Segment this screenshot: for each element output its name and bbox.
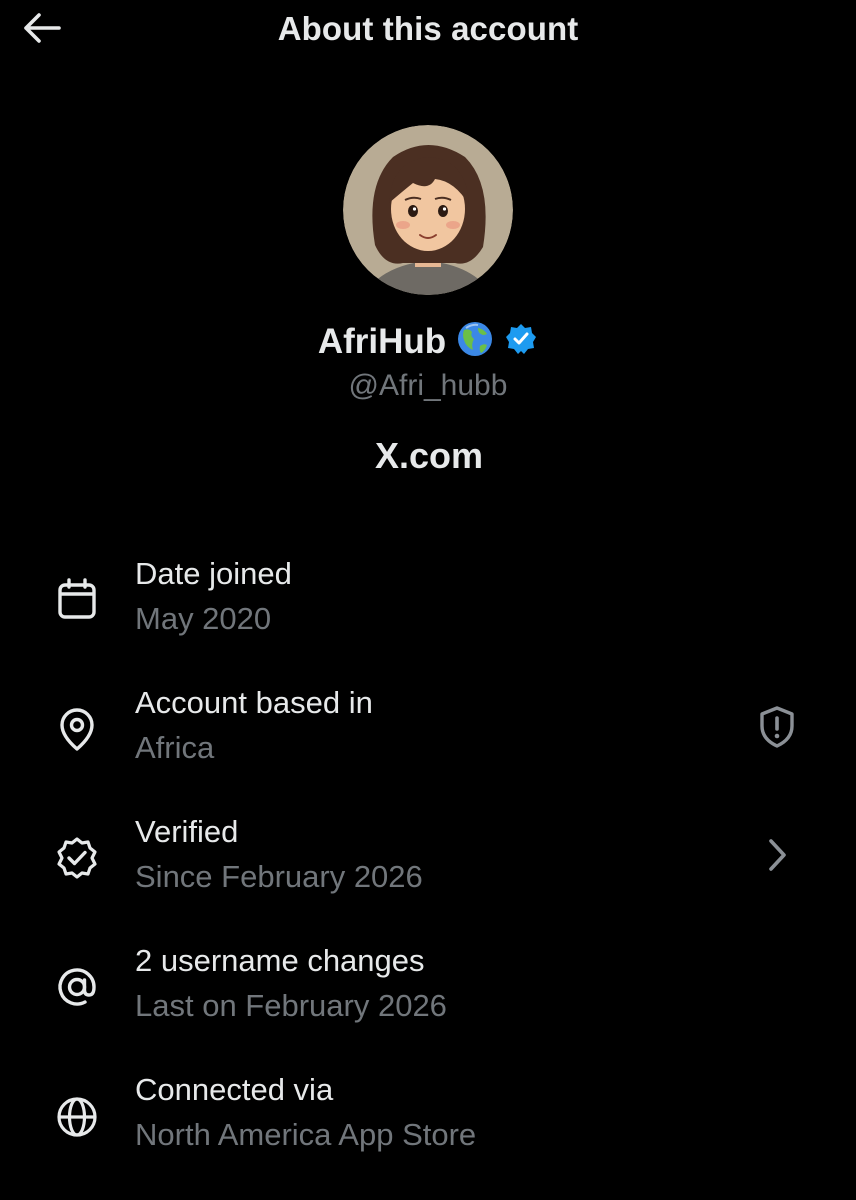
- detail-value: Since February 2026: [135, 859, 423, 894]
- chevron-right-icon[interactable]: [752, 830, 802, 880]
- avatar[interactable]: [343, 125, 513, 295]
- site-text: X.com: [374, 435, 484, 476]
- detail-value: Africa: [135, 730, 215, 765]
- verified-badge-icon[interactable]: [504, 322, 538, 361]
- display-name-row[interactable]: AfriHub: [0, 320, 856, 363]
- detail-value: Last on February 2026: [135, 988, 447, 1023]
- detail-row-date-joined: Date joined May 2020: [0, 548, 856, 658]
- page-title: About this account: [277, 10, 579, 47]
- verified-check-icon: [52, 833, 102, 883]
- detail-title: Date joined: [135, 556, 292, 591]
- detail-value: May 2020: [135, 601, 272, 636]
- detail-value: North America App Store: [135, 1117, 477, 1152]
- at-sign-icon: [52, 962, 102, 1012]
- globe-icon: [52, 1092, 102, 1142]
- display-name: AfriHub: [317, 321, 447, 361]
- username-handle[interactable]: @Afri_hubb: [0, 369, 856, 403]
- detail-row-connected-via: Connected via North America App Store: [0, 1064, 856, 1174]
- detail-row-username-changes: 2 username changes Last on February 2026: [0, 935, 856, 1045]
- detail-title: Account based in: [135, 685, 373, 720]
- detail-title: Verified: [135, 814, 239, 849]
- location-pin-icon: [52, 704, 102, 754]
- globe-emoji-icon: [456, 320, 494, 363]
- top-bar: About this account: [0, 0, 856, 62]
- calendar-icon: [52, 574, 102, 624]
- site-link[interactable]: X.com: [0, 435, 856, 477]
- shield-alert-icon[interactable]: [752, 702, 802, 752]
- detail-title: 2 username changes: [135, 943, 425, 978]
- detail-row-account-based-in: Account based in Africa: [0, 677, 856, 787]
- detail-title: Connected via: [135, 1072, 334, 1107]
- detail-row-verified[interactable]: Verified Since February 2026: [0, 806, 856, 916]
